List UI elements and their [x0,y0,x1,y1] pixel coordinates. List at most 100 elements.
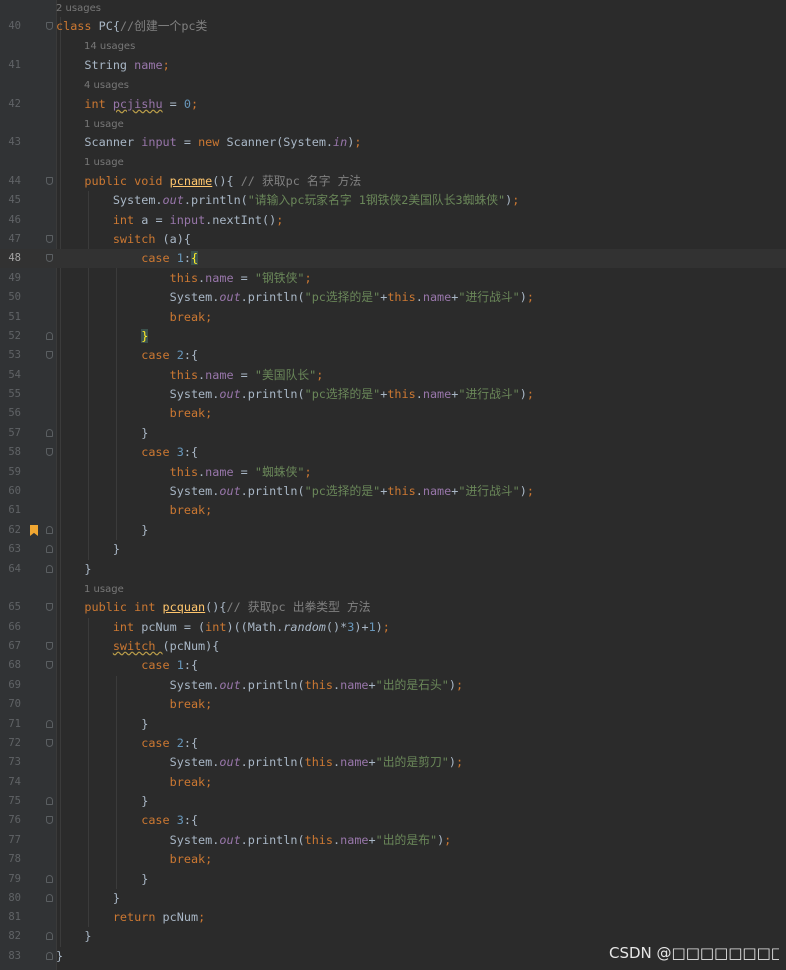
code-line[interactable]: 46 int a = input.nextInt(); [0,211,786,230]
code-text[interactable]: public int pcquan(){// 获取pc 出拳类型 方法 [56,598,370,617]
code-text[interactable]: int pcjishu = 0; [56,95,198,114]
line-number[interactable]: 48 [0,249,21,268]
code-text[interactable]: break; [56,501,213,520]
line-number[interactable]: 41 [0,56,21,75]
code-line[interactable]: 52 } [0,327,786,346]
code-text[interactable]: } [56,540,120,559]
line-number[interactable]: 50 [0,288,21,307]
line-number[interactable]: 82 [0,927,21,946]
line-number[interactable]: 79 [0,870,21,889]
code-line[interactable]: 68 case 1:{ [0,656,786,675]
code-line[interactable]: 65 public int pcquan(){// 获取pc 出拳类型 方法 [0,598,786,617]
line-number[interactable]: 77 [0,831,21,850]
fold-collapse-icon[interactable] [46,739,53,747]
line-number[interactable]: 53 [0,346,21,365]
line-number[interactable]: 63 [0,540,21,559]
code-line[interactable]: 53 case 2:{ [0,346,786,365]
code-text[interactable]: } [56,927,91,946]
line-number[interactable]: 74 [0,773,21,792]
line-number[interactable]: 61 [0,501,21,520]
line-number[interactable]: 73 [0,753,21,772]
code-text[interactable]: break; [56,773,213,792]
line-number[interactable]: 80 [0,889,21,908]
fold-collapse-icon[interactable] [46,235,53,243]
code-text[interactable]: System.out.println("pc选择的是"+this.name+"进… [56,385,534,404]
bookmark-icon[interactable] [30,525,38,536]
code-text[interactable]: } [56,715,148,734]
line-number[interactable]: 72 [0,734,21,753]
line-number[interactable]: 78 [0,850,21,869]
fold-collapse-icon[interactable] [46,351,53,359]
code-text[interactable]: public void pcname(){ // 获取pc 名字 方法 [56,172,361,191]
code-line[interactable]: 49 this.name = "钢铁侠"; [0,269,786,288]
code-text[interactable]: System.out.println("pc选择的是"+this.name+"进… [56,482,534,501]
code-text[interactable]: } [56,424,148,443]
code-line[interactable]: 50 System.out.println("pc选择的是"+this.name… [0,288,786,307]
line-number[interactable]: 55 [0,385,21,404]
line-number[interactable]: 59 [0,463,21,482]
fold-end-icon[interactable] [46,332,53,340]
code-text[interactable]: System.out.println(this.name+"出的是石头"); [56,676,463,695]
line-number[interactable]: 54 [0,366,21,385]
code-text[interactable]: String name; [56,56,169,75]
code-text[interactable]: case 3:{ [56,443,198,462]
usage-hint[interactable]: 14 usages [84,37,135,56]
code-line[interactable]: 57 } [0,424,786,443]
fold-collapse-icon[interactable] [46,448,53,456]
code-line[interactable]: 81 return pcNum; [0,908,786,927]
line-number[interactable]: 40 [0,17,21,36]
line-number[interactable]: 45 [0,191,21,210]
code-text[interactable]: } [56,947,63,966]
code-line[interactable]: 56 break; [0,404,786,423]
code-text[interactable]: } [56,560,91,579]
fold-end-icon[interactable] [46,797,53,805]
fold-end-icon[interactable] [46,545,53,553]
code-text[interactable]: this.name = "美国队长"; [56,366,324,385]
line-number[interactable]: 75 [0,792,21,811]
code-line[interactable]: 62 } [0,521,786,540]
code-text[interactable]: case 3:{ [56,811,198,830]
fold-end-icon[interactable] [46,932,53,940]
usage-hint[interactable]: 4 usages [84,76,129,95]
code-line[interactable]: 74 break; [0,773,786,792]
code-text[interactable]: case 2:{ [56,734,198,753]
code-line[interactable]: 76 case 3:{ [0,811,786,830]
line-number[interactable]: 69 [0,676,21,695]
code-line[interactable]: 78 break; [0,850,786,869]
code-line[interactable]: 64 } [0,560,786,579]
line-number[interactable]: 71 [0,715,21,734]
code-line[interactable]: 63 } [0,540,786,559]
code-text[interactable]: } [56,792,148,811]
line-number[interactable]: 81 [0,908,21,927]
line-number[interactable]: 47 [0,230,21,249]
code-line[interactable]: 48 case 1:{ [0,249,786,268]
line-number[interactable]: 58 [0,443,21,462]
line-number[interactable]: 43 [0,133,21,152]
code-line[interactable]: 80 } [0,889,786,908]
fold-end-icon[interactable] [46,429,53,437]
code-line[interactable]: 66 int pcNum = (int)((Math.random()*3)+1… [0,618,786,637]
code-text[interactable]: break; [56,850,213,869]
code-line[interactable]: 40 class PC{//创建一个pc类 [0,17,786,36]
code-editor[interactable]: 2 usages 14 usages 4 usages 1 usage 1 usage 1… [0,0,786,970]
usage-hint[interactable]: 1 usage [84,153,124,172]
code-text[interactable]: System.out.println(this.name+"出的是布"); [56,831,452,850]
usage-hint[interactable]: 2 usages [56,0,101,18]
line-number[interactable]: 57 [0,424,21,443]
code-text[interactable]: } [56,870,148,889]
line-number[interactable]: 70 [0,695,21,714]
line-number[interactable]: 76 [0,811,21,830]
fold-collapse-icon[interactable] [46,642,53,650]
fold-end-icon[interactable] [46,952,53,960]
line-number[interactable]: 49 [0,269,21,288]
code-line[interactable]: 58 case 3:{ [0,443,786,462]
code-line[interactable]: 70 break; [0,695,786,714]
code-line[interactable]: 75 } [0,792,786,811]
code-line[interactable]: 59 this.name = "蜘蛛侠"; [0,463,786,482]
code-text[interactable]: switch (pcNum){ [56,637,220,656]
line-number[interactable]: 66 [0,618,21,637]
fold-end-icon[interactable] [46,875,53,883]
code-line[interactable]: 43 Scanner input = new Scanner(System.in… [0,133,786,152]
fold-end-icon[interactable] [46,894,53,902]
fold-collapse-icon[interactable] [46,177,53,185]
